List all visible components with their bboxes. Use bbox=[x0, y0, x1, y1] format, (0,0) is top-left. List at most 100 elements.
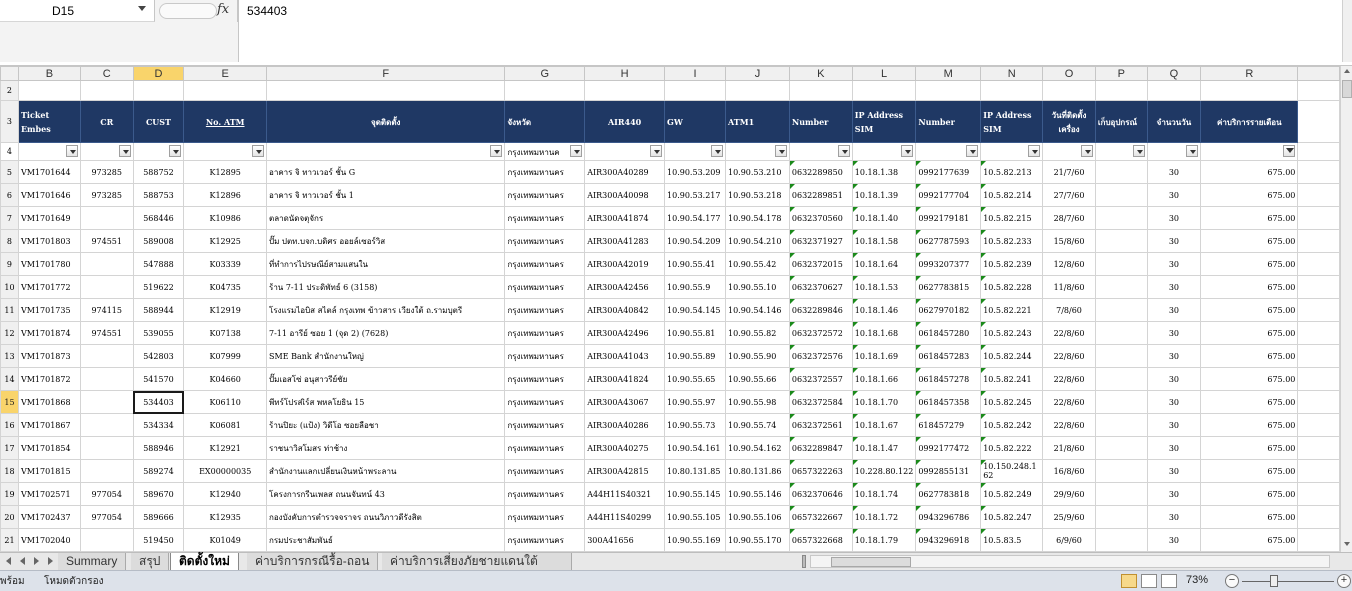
cell-location[interactable]: 7-11 อารีย์ ซอย 1 (จุด 2) (7628) bbox=[266, 321, 506, 345]
cell-fee[interactable]: 675.00 bbox=[1200, 367, 1299, 391]
cell-cust[interactable]: 542803 bbox=[132, 344, 185, 368]
cell-atm[interactable]: K12921 bbox=[183, 436, 268, 460]
filter-cell[interactable] bbox=[724, 142, 790, 161]
cell-cust[interactable]: 589274 bbox=[132, 459, 185, 483]
filter-active-icon[interactable] bbox=[1283, 145, 1296, 157]
filter-dropdown-icon[interactable] bbox=[570, 145, 583, 157]
row-header[interactable]: 17 bbox=[0, 436, 19, 460]
cell-cr[interactable] bbox=[79, 206, 134, 230]
row-header[interactable]: 6 bbox=[0, 183, 19, 207]
cell-days[interactable]: 30 bbox=[1146, 390, 1202, 414]
row-header[interactable]: 12 bbox=[0, 321, 19, 345]
cell-air[interactable]: AIR300A40275 bbox=[584, 436, 666, 460]
cell-air[interactable]: A44H11S40321 bbox=[584, 482, 666, 506]
cell-ip1[interactable]: 10.228.80.122 bbox=[851, 459, 917, 483]
cell-cust[interactable]: 541570 bbox=[132, 367, 185, 391]
tab-split-handle[interactable] bbox=[802, 555, 806, 568]
cell-collect[interactable] bbox=[1094, 390, 1148, 414]
cell-cr[interactable]: 974551 bbox=[79, 229, 134, 253]
cell-fee[interactable]: 675.00 bbox=[1200, 436, 1299, 460]
cell-fee[interactable]: 675.00 bbox=[1200, 413, 1299, 437]
cell-collect[interactable] bbox=[1094, 413, 1148, 437]
cell-cust[interactable]: 589666 bbox=[132, 505, 185, 529]
cell-collect[interactable] bbox=[1094, 436, 1148, 460]
row-header[interactable]: 5 bbox=[0, 160, 19, 184]
cell-cr[interactable] bbox=[79, 367, 134, 391]
cell-number1[interactable]: 0632372557 bbox=[788, 367, 853, 391]
row-header[interactable]: 4 bbox=[0, 142, 19, 161]
cell-date[interactable]: 22/8/60 bbox=[1042, 390, 1096, 414]
filter-dropdown-icon[interactable] bbox=[252, 145, 265, 157]
cell-atm[interactable]: K10986 bbox=[183, 206, 268, 230]
cell-gw[interactable]: 10.90.55.145 bbox=[664, 482, 726, 506]
cell-atm[interactable]: K12896 bbox=[183, 183, 268, 207]
cell-air[interactable]: 300A41656 bbox=[584, 528, 666, 552]
row-header[interactable]: 9 bbox=[0, 252, 19, 276]
cell-date[interactable]: 15/8/60 bbox=[1042, 229, 1096, 253]
cell-days[interactable]: 30 bbox=[1146, 367, 1202, 391]
cell-number1[interactable]: 0657322667 bbox=[788, 505, 853, 529]
cell-collect[interactable] bbox=[1094, 528, 1148, 552]
filter-dropdown-icon[interactable] bbox=[1186, 145, 1199, 157]
cell-ticket[interactable]: VM1701649 bbox=[17, 206, 81, 230]
column-title[interactable]: IP Address SIM bbox=[851, 100, 917, 143]
cell-date[interactable]: 22/8/60 bbox=[1042, 321, 1096, 345]
tab-removal-fee[interactable]: ค่าบริการกรณีรื้อ-ถอน bbox=[247, 553, 379, 570]
cell-location[interactable]: กรมประชาสัมพันธ์ bbox=[266, 528, 506, 552]
cell-number1[interactable]: 0632289846 bbox=[788, 298, 853, 322]
cell-atm[interactable]: K12935 bbox=[183, 505, 268, 529]
filter-dropdown-icon[interactable] bbox=[1080, 145, 1093, 157]
cell-date[interactable]: 21/8/60 bbox=[1042, 436, 1096, 460]
cell-ticket[interactable]: VM1701644 bbox=[17, 160, 81, 184]
filter-dropdown-icon[interactable] bbox=[1132, 145, 1145, 157]
cell-cr[interactable] bbox=[79, 275, 134, 299]
filter-cell[interactable] bbox=[132, 142, 185, 161]
zoom-level[interactable]: 73% bbox=[1186, 574, 1208, 586]
cell[interactable] bbox=[1297, 528, 1340, 552]
cell-cr[interactable]: 974115 bbox=[79, 298, 134, 322]
cell-ip2[interactable]: 10.5.82.247 bbox=[980, 505, 1044, 529]
column-title[interactable]: GW bbox=[664, 100, 726, 143]
cell-cust[interactable]: 568446 bbox=[132, 206, 185, 230]
cell-cust[interactable]: 588753 bbox=[132, 183, 185, 207]
cell-cr[interactable] bbox=[79, 252, 134, 276]
cell-ip1[interactable]: 10.18.1.38 bbox=[851, 160, 917, 184]
cell[interactable] bbox=[132, 80, 185, 101]
cell-location[interactable]: พีทร์โปรสเิร์ส พหลโยธิน 15 bbox=[266, 390, 506, 414]
row-header[interactable]: 13 bbox=[0, 344, 19, 368]
cell-number2[interactable]: 618457279 bbox=[915, 413, 982, 437]
filter-cell[interactable] bbox=[79, 142, 134, 161]
cell[interactable] bbox=[584, 80, 666, 101]
cell-atm[interactable]: K07999 bbox=[183, 344, 268, 368]
cell-fee[interactable]: 675.00 bbox=[1200, 298, 1299, 322]
column-header[interactable]: C bbox=[79, 66, 134, 81]
cell-fee[interactable]: 675.00 bbox=[1200, 183, 1299, 207]
page-break-view-icon[interactable] bbox=[1161, 574, 1177, 588]
cell-number2[interactable]: 0618457358 bbox=[915, 390, 982, 414]
zoom-in-icon[interactable]: + bbox=[1337, 574, 1351, 588]
cell-days[interactable]: 30 bbox=[1146, 528, 1202, 552]
column-header[interactable]: F bbox=[266, 66, 506, 81]
scroll-up-icon[interactable] bbox=[1344, 69, 1350, 73]
cell-air[interactable]: AIR300A41824 bbox=[584, 367, 666, 391]
cell-gw[interactable]: 10.90.55.65 bbox=[664, 367, 726, 391]
cell[interactable] bbox=[1297, 142, 1340, 161]
cell-number1[interactable]: 0632289851 bbox=[788, 183, 853, 207]
filter-dropdown-icon[interactable] bbox=[901, 145, 914, 157]
cell-province[interactable]: กรุงเทพมหานคร bbox=[504, 321, 586, 345]
cell-province[interactable]: กรุงเทพมหานคร bbox=[504, 367, 586, 391]
cell-collect[interactable] bbox=[1094, 321, 1148, 345]
cell-cr[interactable]: 977054 bbox=[79, 482, 134, 506]
cell-location[interactable]: โครงการกรีนเพลส ถนนจันทน์ 43 bbox=[266, 482, 506, 506]
cell-date[interactable]: 22/8/60 bbox=[1042, 367, 1096, 391]
filter-cell[interactable] bbox=[980, 142, 1044, 161]
cell-ip1[interactable]: 10.18.1.67 bbox=[851, 413, 917, 437]
cell-ticket[interactable]: VM1701874 bbox=[17, 321, 81, 345]
row-header[interactable]: 11 bbox=[0, 298, 19, 322]
cell-collect[interactable] bbox=[1094, 344, 1148, 368]
cell-ip2[interactable]: 10.5.82.213 bbox=[980, 160, 1044, 184]
cell-ticket[interactable]: VM1701780 bbox=[17, 252, 81, 276]
cell-cust[interactable]: 534334 bbox=[132, 413, 185, 437]
cell-location[interactable]: ปั๊ม ปตท.บจก.บดิศร ออยล์เซอร์วิส bbox=[266, 229, 506, 253]
column-title[interactable]: CR bbox=[79, 100, 134, 143]
